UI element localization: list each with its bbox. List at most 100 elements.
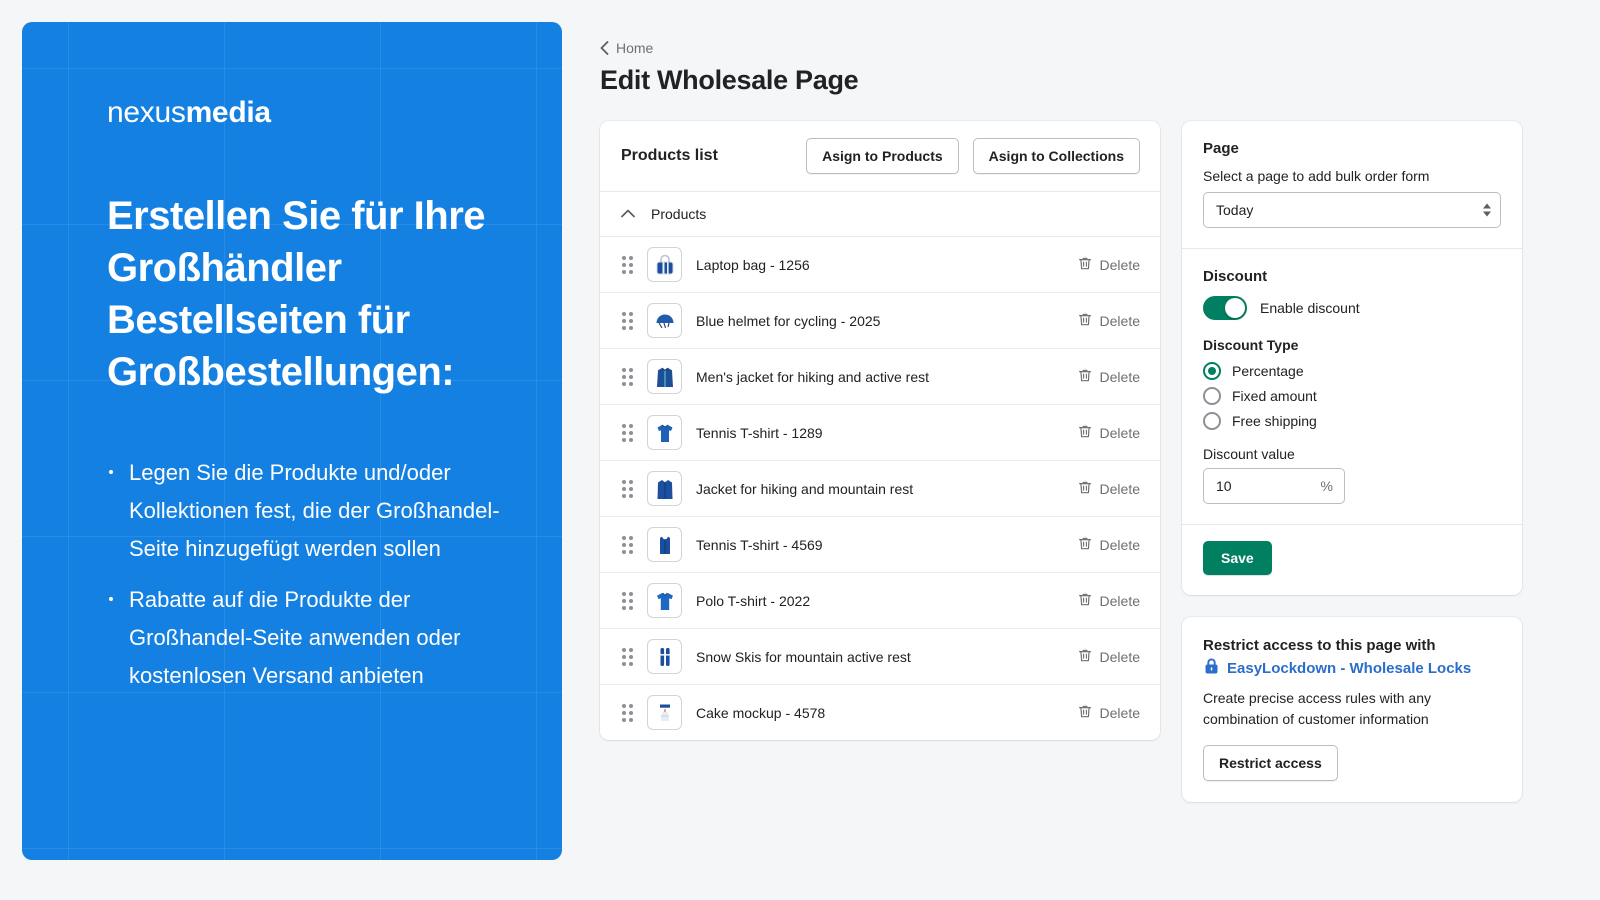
jacket-thumbnail [647, 359, 682, 394]
trash-icon[interactable] [1078, 256, 1092, 274]
delete-label: Delete [1099, 424, 1140, 441]
tshirt-thumbnail [647, 415, 682, 450]
delete-label: Delete [1099, 592, 1140, 609]
product-name: Snow Skis for mountain active rest [696, 648, 911, 665]
polo-thumbnail [647, 583, 682, 618]
product-name: Men's jacket for hiking and active rest [696, 368, 930, 385]
products-rows: Laptop bag - 1256 Delete Blue helmet for… [600, 237, 1160, 740]
drag-handle-icon[interactable] [622, 703, 633, 722]
delete-button[interactable]: Delete [1078, 368, 1140, 386]
radio-icon[interactable] [1203, 387, 1221, 405]
drag-handle-icon[interactable] [622, 479, 633, 498]
table-row[interactable]: Jacket for hiking and mountain rest Dele… [600, 461, 1160, 517]
drag-handle-icon[interactable] [622, 423, 633, 442]
radio-percentage[interactable]: Percentage [1203, 362, 1501, 380]
trash-icon[interactable] [1078, 368, 1092, 386]
radio-icon[interactable] [1203, 412, 1221, 430]
app-root: nexusmedia Erstellen Sie für Ihre Großhä… [0, 0, 1600, 900]
delete-label: Delete [1099, 256, 1140, 273]
product-name: Polo T-shirt - 2022 [696, 592, 811, 609]
radio-free-shipping[interactable]: Free shipping [1203, 412, 1501, 430]
radio-label: Free shipping [1232, 413, 1317, 429]
trash-icon[interactable] [1078, 424, 1092, 442]
promo-panel: nexusmedia Erstellen Sie für Ihre Großhä… [22, 22, 562, 860]
table-row[interactable]: Men's jacket for hiking and active rest … [600, 349, 1160, 405]
breadcrumb-home-link[interactable]: Home [616, 40, 653, 56]
restrict-access-button[interactable]: Restrict access [1203, 744, 1338, 781]
save-button[interactable]: Save [1203, 541, 1272, 575]
radio-icon[interactable] [1203, 362, 1221, 380]
easylockdown-link-label: EasyLockdown - Wholesale Locks [1227, 659, 1472, 677]
drag-handle-icon[interactable] [622, 311, 633, 330]
breadcrumb[interactable]: Home [600, 40, 1600, 56]
radio-fixed-amount[interactable]: Fixed amount [1203, 387, 1501, 405]
list-item: Rabatte auf die Produkte der Großhandel-… [107, 581, 520, 694]
trash-icon[interactable] [1078, 480, 1092, 498]
delete-button[interactable]: Delete [1078, 424, 1140, 442]
product-name: Cake mockup - 4578 [696, 704, 826, 721]
helmet-thumbnail [647, 303, 682, 338]
trash-icon[interactable] [1078, 704, 1092, 722]
assign-to-products-button[interactable]: Asign to Products [806, 138, 959, 174]
delete-button[interactable]: Delete [1078, 536, 1140, 554]
chevron-up-icon[interactable] [621, 205, 635, 223]
product-name: Jacket for hiking and mountain rest [696, 480, 914, 497]
table-row[interactable]: Tennis T-shirt - 4569 Delete [600, 517, 1160, 573]
list-item: Legen Sie die Produkte und/oder Kollekti… [107, 454, 520, 567]
trash-icon[interactable] [1078, 592, 1092, 610]
delete-button[interactable]: Delete [1078, 592, 1140, 610]
delete-button[interactable]: Delete [1078, 704, 1140, 722]
easylockdown-link[interactable]: EasyLockdown - Wholesale Locks [1203, 657, 1501, 679]
promo-heading: Erstellen Sie für Ihre Großhändler Beste… [107, 194, 486, 394]
products-list-title: Products list [621, 147, 718, 164]
page-select-value: Today [1216, 202, 1254, 218]
page-section: Page Select a page to add bulk order for… [1182, 121, 1522, 248]
products-list-card: Products list Asign to Products Asign to… [600, 121, 1160, 740]
trash-icon[interactable] [1078, 536, 1092, 554]
promo-bullet-list: Legen Sie die Produkte und/oder Kollekti… [107, 454, 520, 695]
radio-label: Fixed amount [1232, 388, 1317, 404]
table-row[interactable]: Tennis T-shirt - 1289 Delete [600, 405, 1160, 461]
drag-handle-icon[interactable] [622, 535, 633, 554]
products-group-label: Products [651, 206, 707, 222]
delete-label: Delete [1099, 480, 1140, 497]
products-group-toggle[interactable]: Products [600, 191, 1160, 237]
table-row[interactable]: Snow Skis for mountain active rest Delet… [600, 629, 1160, 685]
drag-handle-icon[interactable] [622, 255, 633, 274]
drag-handle-icon[interactable] [622, 647, 633, 666]
cake-thumbnail [647, 695, 682, 730]
radio-label: Percentage [1232, 363, 1304, 379]
delete-label: Delete [1099, 704, 1140, 721]
assign-to-collections-button[interactable]: Asign to Collections [972, 138, 1140, 174]
restrict-access-card: Restrict access to this page with EasyLo… [1182, 617, 1522, 802]
table-row[interactable]: Polo T-shirt - 2022 Delete [600, 573, 1160, 629]
trash-icon[interactable] [1078, 312, 1092, 330]
delete-button[interactable]: Delete [1078, 256, 1140, 274]
enable-discount-toggle[interactable] [1203, 296, 1247, 320]
products-card-header: Products list Asign to Products Asign to… [600, 121, 1160, 191]
page-select[interactable]: Today [1203, 192, 1501, 228]
delete-button[interactable]: Delete [1078, 312, 1140, 330]
product-name: Blue helmet for cycling - 2025 [696, 312, 881, 329]
logo-bold-text: media [185, 96, 272, 129]
enable-discount-label: Enable discount [1260, 300, 1360, 316]
table-row[interactable]: Cake mockup - 4578 Delete [600, 685, 1160, 740]
enable-discount-row[interactable]: Enable discount [1203, 296, 1501, 320]
delete-button[interactable]: Delete [1078, 648, 1140, 666]
delete-button[interactable]: Delete [1078, 480, 1140, 498]
lock-icon [1203, 657, 1220, 679]
discount-type-title: Discount Type [1203, 337, 1299, 353]
trash-icon[interactable] [1078, 648, 1092, 666]
table-row[interactable]: Blue helmet for cycling - 2025 Delete [600, 293, 1160, 349]
restrict-card-title: Restrict access to this page with [1203, 637, 1436, 654]
drag-handle-icon[interactable] [622, 591, 633, 610]
page-settings-card: Page Select a page to add bulk order for… [1182, 121, 1522, 595]
restrict-card-description: Create precise access rules with any com… [1203, 690, 1431, 727]
table-row[interactable]: Laptop bag - 1256 Delete [600, 237, 1160, 293]
drag-handle-icon[interactable] [622, 367, 633, 386]
delete-label: Delete [1099, 368, 1140, 385]
skis-thumbnail [647, 639, 682, 674]
page-title: Edit Wholesale Page [600, 65, 859, 95]
delete-label: Delete [1099, 312, 1140, 329]
back-chevron-icon[interactable] [600, 41, 609, 55]
